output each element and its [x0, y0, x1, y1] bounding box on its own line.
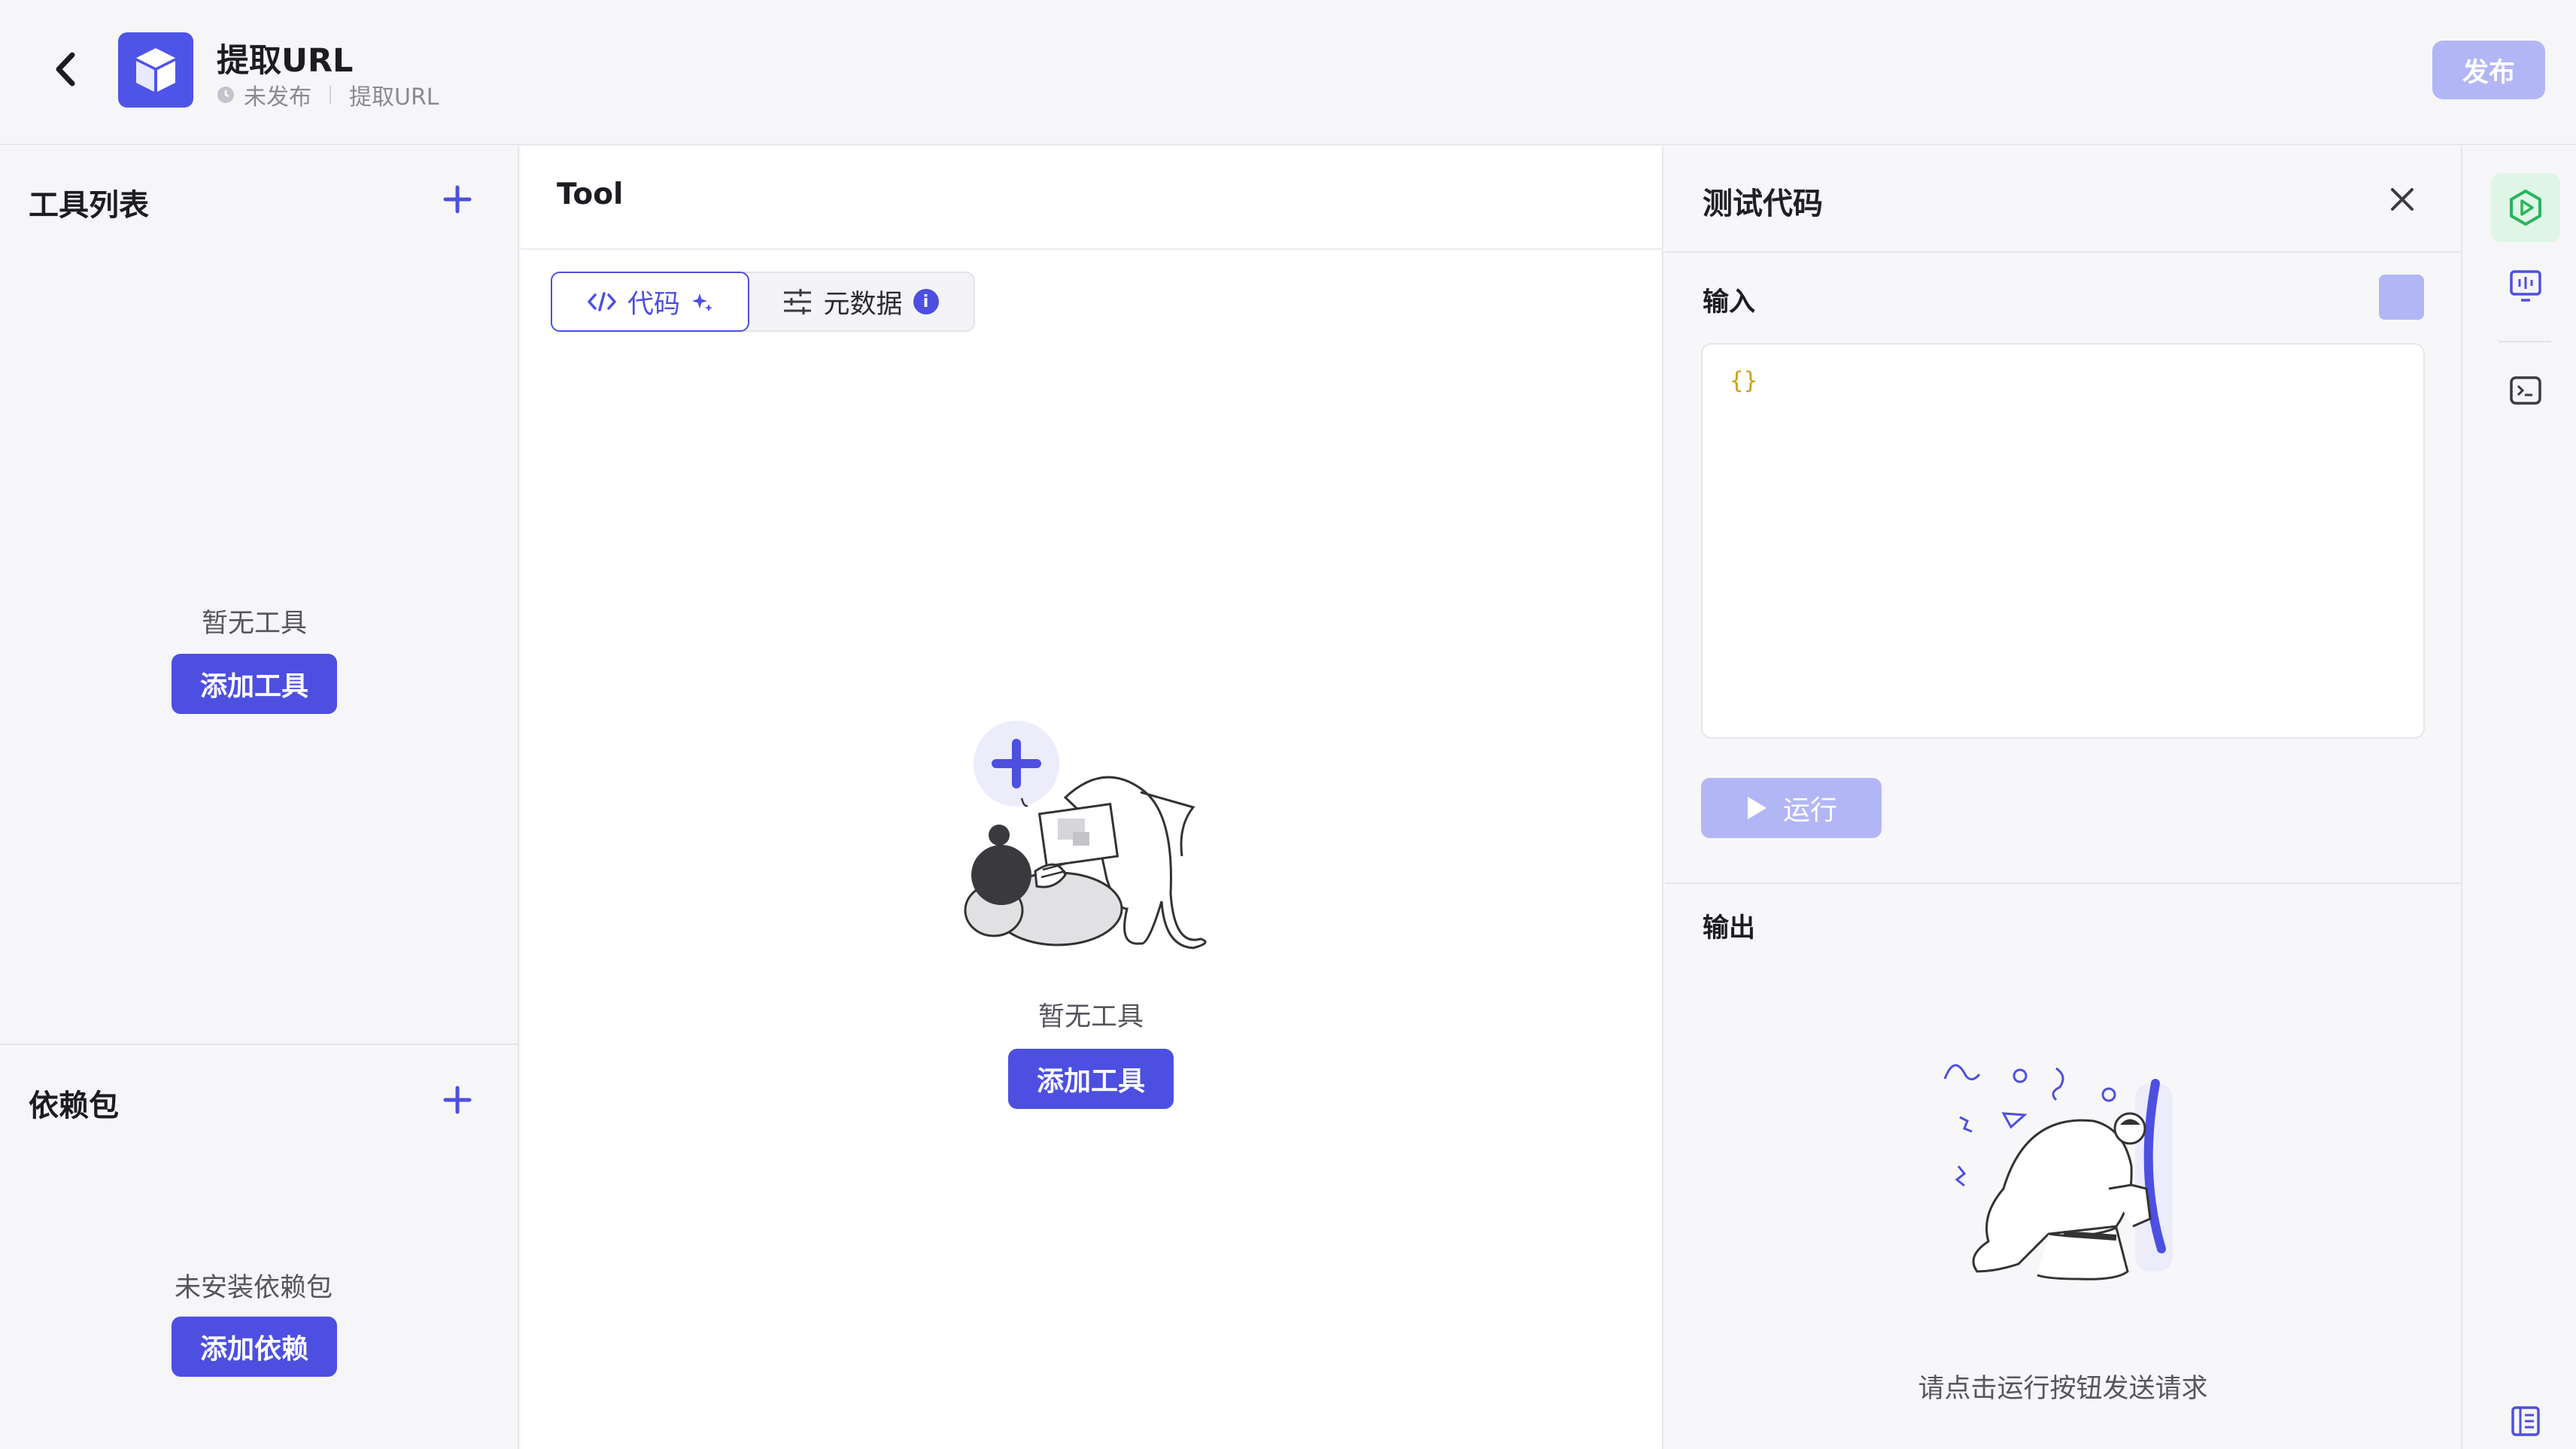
- run-button[interactable]: 运行: [1701, 778, 1882, 838]
- book-icon: [2511, 1406, 2540, 1436]
- dependencies-empty-text: 未安装依赖包: [175, 1273, 333, 1303]
- editor-tabs: 代码 元数据 i: [551, 272, 975, 332]
- terminal-icon: [2510, 376, 2541, 405]
- clock-icon: [217, 87, 234, 103]
- tools-empty-text: 暂无工具: [202, 609, 308, 639]
- rail-docs-button[interactable]: [2491, 1387, 2560, 1449]
- add-tool-plus-button[interactable]: [435, 177, 480, 222]
- rail-terminal-button[interactable]: [2491, 356, 2560, 425]
- editor-panel: Tool 代码 元数据 i 暂无工具 添加工具: [521, 147, 1663, 1449]
- play-icon: [1747, 797, 1766, 819]
- output-label: 输出: [1703, 913, 1756, 943]
- input-mode-toggle[interactable]: [2379, 275, 2424, 320]
- tab-code-label: 代码: [627, 289, 680, 320]
- play-circle-icon: [2510, 190, 2541, 226]
- sliders-icon: [784, 289, 812, 314]
- sparkle-icon: [692, 293, 712, 311]
- code-icon: [588, 292, 616, 311]
- app-logo: [118, 32, 193, 108]
- add-tool-button[interactable]: 添加工具: [172, 654, 337, 714]
- add-dependency-button[interactable]: 添加依赖: [172, 1317, 337, 1377]
- empty-output-illustration: [1943, 1064, 2173, 1280]
- back-button[interactable]: [44, 47, 89, 92]
- tab-metadata-label: 元数据: [823, 289, 903, 320]
- rail-monitor-button[interactable]: [2491, 252, 2560, 321]
- dependencies-title: 依赖包: [29, 1089, 119, 1123]
- add-dependency-plus-button[interactable]: [435, 1077, 480, 1122]
- run-button-label: 运行: [1782, 795, 1837, 826]
- app-meta: 未发布 提取URL: [217, 78, 439, 111]
- editor-header-divider: [521, 248, 1663, 250]
- tab-metadata[interactable]: 元数据 i: [748, 273, 974, 330]
- monitor-icon: [2510, 270, 2541, 302]
- editor-empty-text: 暂无工具: [1038, 1002, 1144, 1032]
- tab-code[interactable]: 代码: [551, 272, 749, 332]
- tools-list-title: 工具列表: [29, 188, 149, 223]
- rail-test-button[interactable]: [2491, 173, 2560, 242]
- rail-separator: [2499, 341, 2551, 342]
- close-icon: [2391, 188, 2413, 211]
- empty-tool-illustration: [964, 721, 1207, 949]
- plus-icon: [443, 185, 472, 214]
- output-hint: 请点击运行按钮发送请求: [1918, 1374, 2208, 1404]
- plus-icon: [443, 1086, 472, 1114]
- input-json-editor[interactable]: {}: [1701, 343, 2425, 739]
- output-divider: [1665, 882, 2461, 884]
- right-tool-rail: [2461, 147, 2576, 1449]
- app-title: 提取URL: [217, 42, 354, 80]
- editor-add-tool-button[interactable]: 添加工具: [1008, 1049, 1174, 1109]
- publish-status: 未发布: [244, 84, 311, 111]
- input-label: 输入: [1703, 287, 1756, 317]
- top-bar: 提取URL 未发布 提取URL 发布: [0, 0, 2576, 145]
- chevron-left-icon: [56, 52, 75, 87]
- section-divider: [0, 1043, 519, 1045]
- left-panel: 工具列表 暂无工具 添加工具 依赖包 未安装依赖包 添加依赖: [0, 147, 519, 1449]
- info-badge: i: [913, 289, 939, 314]
- close-test-panel-button[interactable]: [2380, 177, 2425, 222]
- test-code-panel: 测试代码 输入 {} 运行 输出 请点击运行按钮发送请求: [1665, 147, 2461, 1449]
- breadcrumb: 提取URL: [349, 84, 439, 111]
- publish-button[interactable]: 发布: [2432, 41, 2545, 99]
- test-panel-title: 测试代码: [1703, 187, 1823, 221]
- cube-icon: [136, 48, 175, 92]
- meta-separator: [330, 86, 331, 104]
- editor-title: Tool: [557, 178, 624, 211]
- test-header-divider: [1665, 251, 2461, 253]
